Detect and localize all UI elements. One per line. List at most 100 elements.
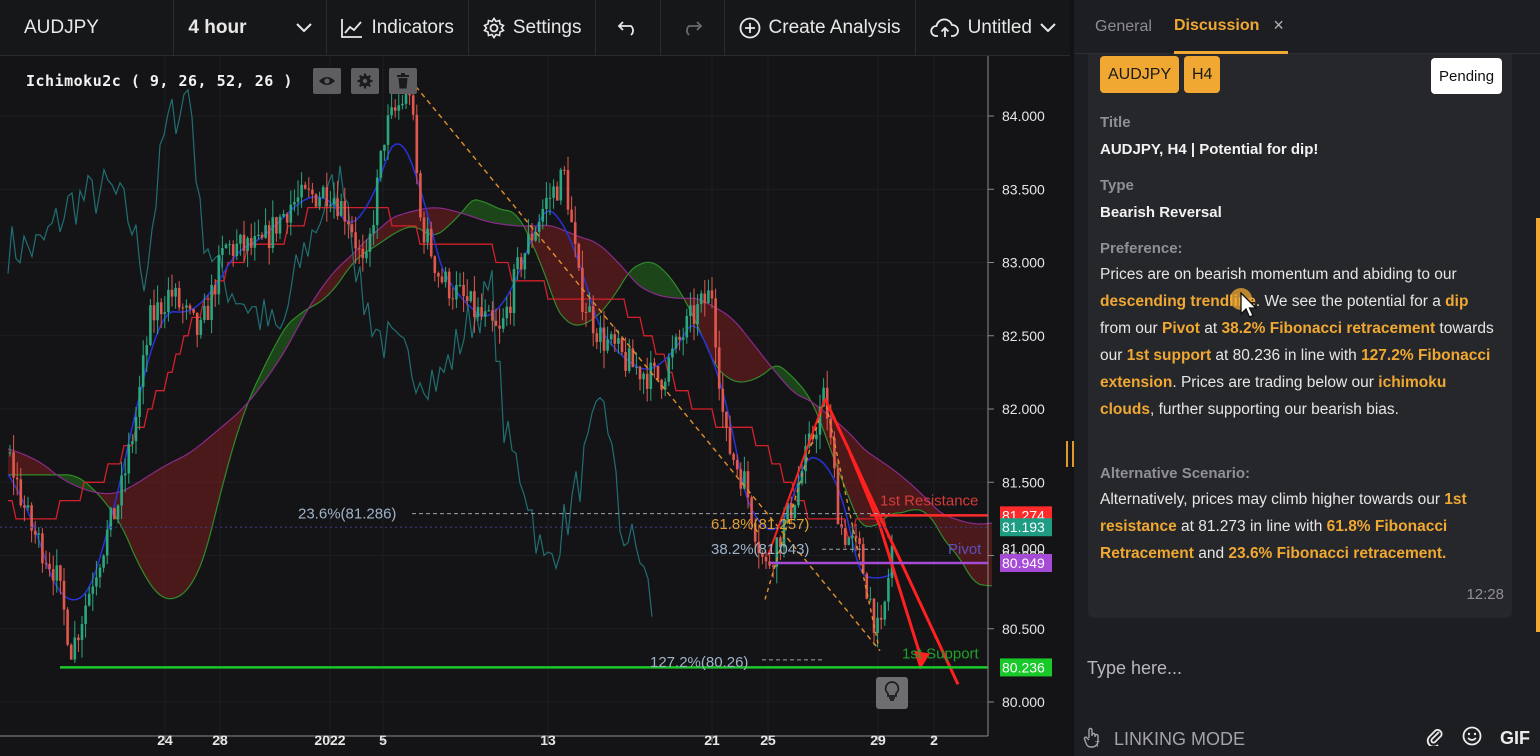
settings-button[interactable]: Settings [469, 0, 597, 56]
ichimoku-cloud-segment [740, 327, 744, 382]
candle-body [541, 208, 545, 222]
candle-body [357, 248, 361, 250]
create-analysis-button[interactable]: Create Analysis [725, 0, 916, 56]
tab-discussion[interactable]: Discussion × [1174, 0, 1288, 54]
candle-body [638, 366, 642, 380]
title-value: AUDJPY, H4 | Potential for dip! [1100, 141, 1319, 158]
candle-body [253, 236, 257, 248]
candle-body [55, 565, 59, 581]
close-icon[interactable]: × [1273, 15, 1284, 36]
candle-body [653, 362, 656, 366]
chart-canvas[interactable]: 23.6%(81.286) 61.8%(81.257) 38.2%(81.043) 1… [0, 56, 1070, 756]
price-chart[interactable]: 23.6%(81.286) 61.8%(81.257) 38.2%(81.043) 1… [0, 56, 1074, 756]
eye-icon[interactable] [312, 68, 341, 94]
candle-body [678, 336, 681, 340]
candle-body [523, 253, 527, 270]
candle-body [501, 318, 505, 329]
layout-selector[interactable]: Untitled [916, 0, 1070, 56]
candle-body [843, 528, 847, 545]
candle-body [289, 204, 293, 223]
panel-resize-handle[interactable] [1066, 441, 1074, 467]
highlight-1st-support: 1st support [1126, 347, 1212, 364]
candle-body [609, 334, 613, 340]
timeframe-tag[interactable]: H4 [1184, 56, 1221, 93]
emoji-icon[interactable] [1462, 726, 1482, 751]
candle-body [473, 291, 476, 317]
candle-body [307, 188, 311, 190]
candle-body [379, 150, 383, 178]
candle-body [800, 471, 804, 484]
tab-general[interactable]: General [1095, 0, 1152, 54]
candle-body [519, 257, 523, 270]
ichimoku-cloud-segment [848, 432, 852, 506]
candle-body [350, 224, 354, 233]
candle-body [847, 538, 851, 545]
candle-body [167, 289, 170, 313]
alternative-text-part: Alternatively, prices may climb higher t… [1100, 491, 1445, 508]
gear-icon [483, 16, 505, 39]
candle-body [429, 228, 433, 257]
ichimoku-cloud-segment [492, 205, 496, 224]
candle-body [177, 287, 181, 308]
candle-body [246, 238, 249, 251]
redo-button[interactable] [661, 0, 725, 56]
candle-body [573, 222, 577, 244]
linking-mode-toggle[interactable]: T LINKING MODE [1082, 726, 1245, 753]
ichimoku-cloud-segment [568, 232, 572, 324]
candle-body [181, 307, 185, 309]
candle-body [329, 204, 332, 207]
symbol-selector[interactable]: AUDJPY [0, 0, 175, 56]
symbol-tag[interactable]: AUDJPY [1100, 56, 1180, 93]
candle-body [602, 327, 606, 351]
candle-body [696, 304, 699, 325]
ichimoku-cloud-segment [728, 315, 732, 380]
link-hand-icon: T [1082, 726, 1104, 753]
candle-body [555, 186, 559, 201]
candle-body [851, 535, 854, 539]
candle-body [815, 434, 818, 440]
time-axis-label: 13 [540, 732, 556, 748]
candle-body [458, 284, 462, 286]
indicators-label: Indicators [371, 16, 454, 38]
candle-body [239, 234, 242, 244]
gif-button[interactable]: GIF [1500, 728, 1530, 749]
trash-icon[interactable] [388, 68, 417, 94]
candle-body [271, 217, 275, 249]
interval-selector[interactable]: 4 hour [174, 0, 328, 56]
preference-text-part: at 80.236 in line with [1211, 347, 1362, 364]
candle-body [559, 169, 563, 201]
candle-body [102, 555, 105, 568]
candle-body [127, 444, 131, 474]
paperclip-icon[interactable] [1426, 726, 1444, 751]
settings-label: Settings [512, 16, 582, 38]
gear-icon[interactable] [350, 68, 379, 94]
ichimoku-cloud-segment [24, 454, 28, 475]
ichimoku-cloud-segment [400, 213, 404, 231]
candle-body [645, 373, 649, 389]
candle-body [203, 305, 206, 321]
candle-body [530, 233, 534, 241]
ichimoku-cloud-segment [396, 214, 400, 233]
candle-body [552, 186, 555, 198]
candle-body [206, 305, 210, 320]
candle-body [120, 475, 123, 506]
undo-button[interactable] [596, 0, 661, 56]
candle-body [437, 273, 440, 277]
candle-body [15, 477, 19, 480]
ichimoku-cloud-segment [220, 425, 224, 496]
panel-scrollbar[interactable] [1536, 218, 1540, 632]
ichimoku-cloud-segment [208, 435, 212, 543]
ichimoku-cloud-segment [28, 456, 32, 475]
alternative-text-part: and [1193, 545, 1229, 562]
candle-body [192, 308, 195, 313]
candle-body [397, 105, 401, 111]
hints-button[interactable] [876, 677, 908, 709]
candle-body [620, 338, 624, 353]
message-input[interactable] [1074, 648, 1540, 688]
candle-body [627, 348, 631, 371]
candle-body [235, 243, 239, 256]
candle-body [383, 144, 386, 151]
indicators-button[interactable]: Indicators [327, 0, 469, 56]
candle-body [563, 169, 566, 171]
alternative-text: Alternatively, prices may climb higher t… [1100, 486, 1500, 567]
